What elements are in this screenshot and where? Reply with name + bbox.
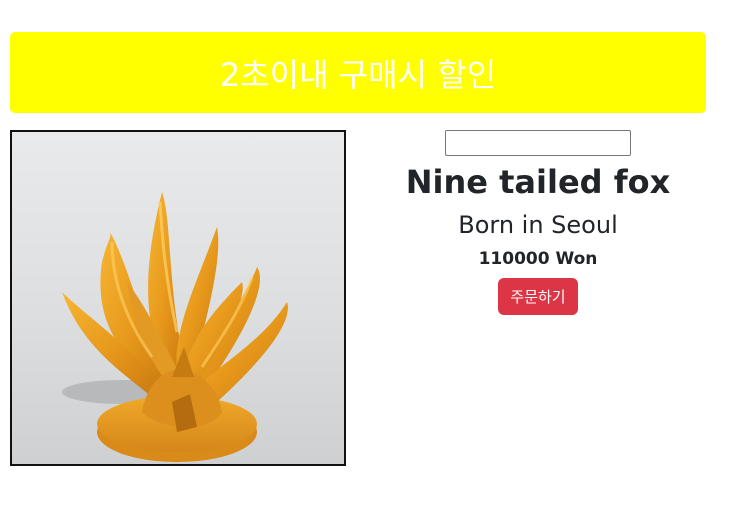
search-input[interactable] (445, 130, 631, 156)
promo-banner-text: 2초이내 구매시 할인 (219, 55, 497, 94)
product-detail: Nine tailed fox Born in Seoul 110000 Won… (350, 130, 726, 315)
product-image (10, 130, 346, 466)
product-origin: Born in Seoul (458, 211, 618, 239)
fox-figurine-image (62, 192, 288, 462)
product-price: 110000 Won (478, 249, 598, 269)
promo-banner: 2초이내 구매시 할인 (10, 32, 706, 113)
order-button[interactable]: 주문하기 (498, 278, 578, 315)
product-name: Nine tailed fox (405, 163, 671, 201)
